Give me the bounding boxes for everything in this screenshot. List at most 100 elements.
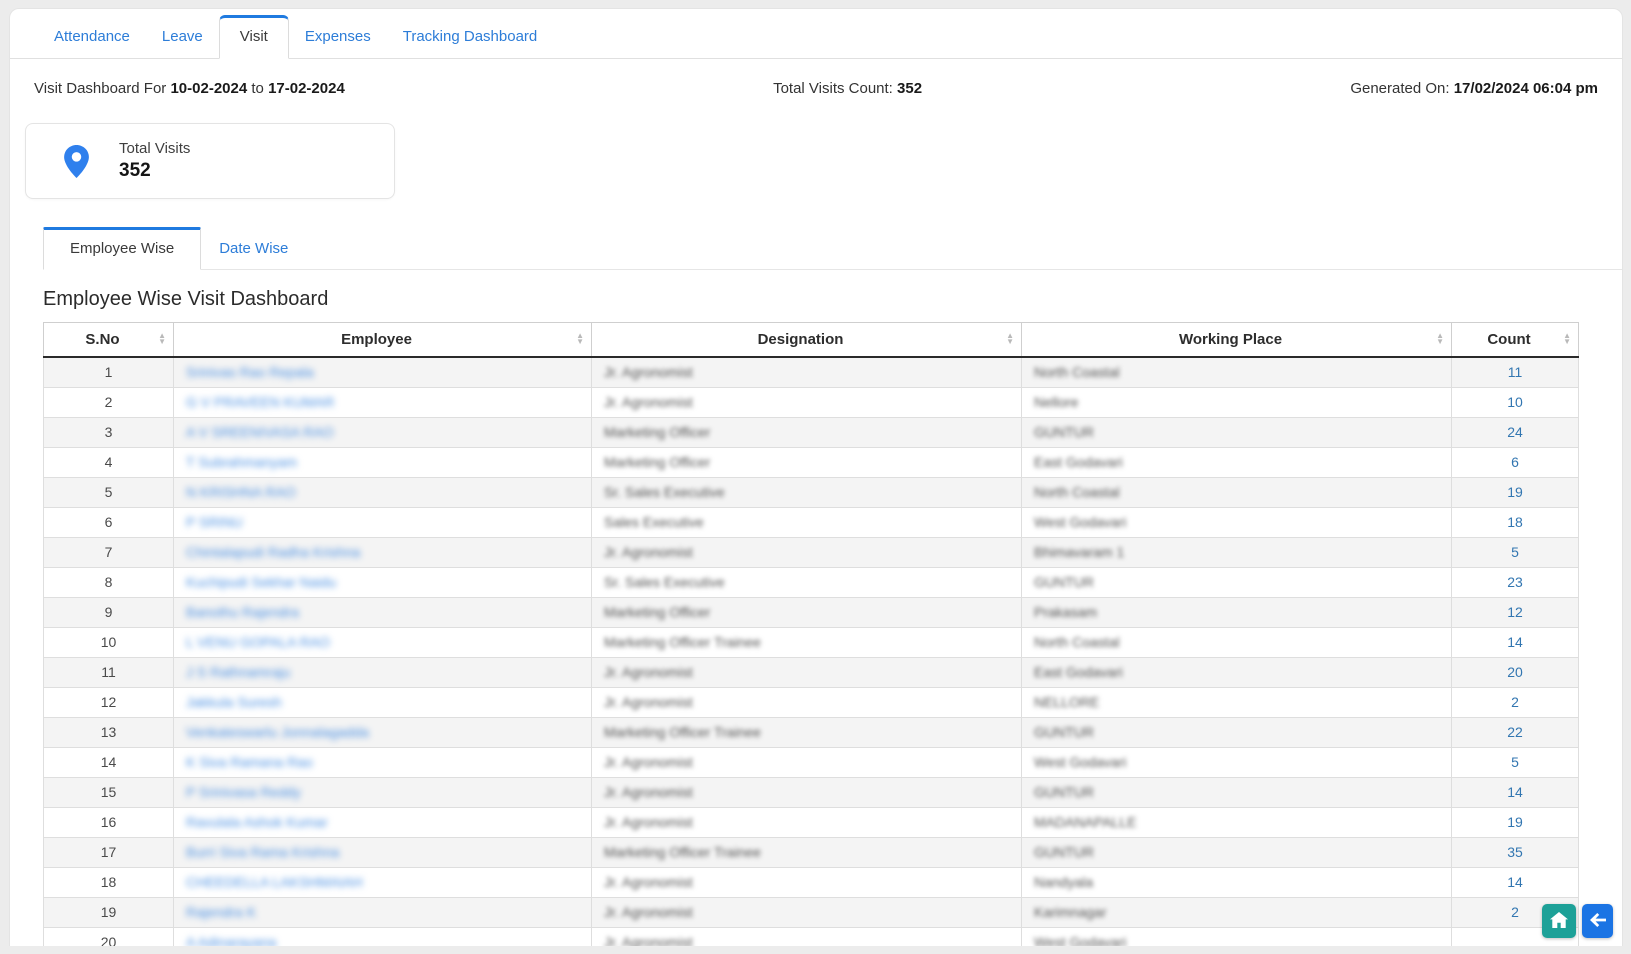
employee-link[interactable]: Burri Siva Rama Krishna xyxy=(186,844,339,860)
cell-sno: 7 xyxy=(44,537,174,567)
cell-employee: G V PRAVEEN KUMAR xyxy=(174,387,592,417)
employee-link[interactable]: P SRINU xyxy=(186,514,243,530)
cell-working-place: West Godavari xyxy=(1022,507,1452,537)
visit-count-link[interactable]: 5 xyxy=(1511,754,1519,770)
visit-count-link[interactable]: 10 xyxy=(1507,394,1523,410)
visit-count-link[interactable]: 23 xyxy=(1507,574,1523,590)
cell-employee: J S Rathnamraju xyxy=(174,657,592,687)
sort-icon[interactable]: ▲▼ xyxy=(1436,333,1444,345)
employee-link[interactable]: L VENU GOPALA RAO xyxy=(186,634,330,650)
cell-count: 23 xyxy=(1452,567,1579,597)
cell-employee: Ravulala Ashok Kumar xyxy=(174,807,592,837)
cell-designation: Jr. Agronomist xyxy=(592,657,1022,687)
tab-tracking-dashboard[interactable]: Tracking Dashboard xyxy=(387,16,554,58)
cell-designation: Jr. Agronomist xyxy=(592,867,1022,897)
cell-employee: Rajendra K xyxy=(174,897,592,927)
table-row: 8 Kuchipudi Sekhar Naidu Sr. Sales Execu… xyxy=(44,567,1579,597)
visit-count-link[interactable]: 14 xyxy=(1507,784,1523,800)
cell-working-place: West Godavari xyxy=(1022,747,1452,777)
column-header-working-place[interactable]: Working Place ▲▼ xyxy=(1022,323,1452,357)
tab-attendance[interactable]: Attendance xyxy=(38,16,146,58)
cell-count: 35 xyxy=(1452,837,1579,867)
visit-count-link[interactable]: 24 xyxy=(1507,424,1523,440)
cell-count: 19 xyxy=(1452,807,1579,837)
sort-icon[interactable]: ▲▼ xyxy=(1006,333,1014,345)
cell-employee: Srinivas Rao Repala xyxy=(174,357,592,388)
cell-employee: T Subrahmanyam xyxy=(174,447,592,477)
page-title: Employee Wise Visit Dashboard xyxy=(43,288,1622,311)
employee-link[interactable]: Srinivas Rao Repala xyxy=(186,364,314,380)
cell-employee: CHEEDELLA LAKSHMAIAH xyxy=(174,867,592,897)
visit-table-body: 1 Srinivas Rao Repala Jr. Agronomist Nor… xyxy=(44,357,1579,947)
visit-count-link[interactable]: 19 xyxy=(1507,484,1523,500)
cell-employee: N KRISHNA RAO xyxy=(174,477,592,507)
employee-link[interactable]: Ravulala Ashok Kumar xyxy=(186,814,328,830)
visit-count-link[interactable]: 14 xyxy=(1507,874,1523,890)
cell-employee: Kuchipudi Sekhar Naidu xyxy=(174,567,592,597)
cell-sno: 4 xyxy=(44,447,174,477)
cell-working-place: North Coastal xyxy=(1022,357,1452,388)
column-header-sno[interactable]: S.No ▲▼ xyxy=(44,323,174,357)
employee-link[interactable]: J S Rathnamraju xyxy=(186,664,290,680)
visit-count-link[interactable]: 2 xyxy=(1511,694,1519,710)
cell-sno: 12 xyxy=(44,687,174,717)
visit-count-link[interactable]: 11 xyxy=(1508,364,1523,380)
visit-count-link[interactable]: 5 xyxy=(1511,544,1519,560)
main-panel: Attendance Leave Visit Expenses Tracking… xyxy=(9,8,1623,946)
visit-count-link[interactable]: 35 xyxy=(1507,844,1523,860)
cell-working-place: North Coastal xyxy=(1022,477,1452,507)
tab-leave[interactable]: Leave xyxy=(146,16,219,58)
tab-visit[interactable]: Visit xyxy=(219,15,289,59)
cell-designation: Sr. Sales Executive xyxy=(592,567,1022,597)
cell-sno: 15 xyxy=(44,777,174,807)
visit-count-link[interactable]: 12 xyxy=(1507,604,1523,620)
back-button[interactable] xyxy=(1582,904,1613,938)
column-header-count[interactable]: Count ▲▼ xyxy=(1452,323,1579,357)
cell-designation: Marketing Officer Trainee xyxy=(592,717,1022,747)
tab-employee-wise[interactable]: Employee Wise xyxy=(43,227,201,270)
employee-link[interactable]: A Adinarayana xyxy=(186,934,276,947)
cell-employee: L VENU GOPALA RAO xyxy=(174,627,592,657)
table-row: 13 Venkateswarlu Jonnalagadda Marketing … xyxy=(44,717,1579,747)
employee-link[interactable]: CHEEDELLA LAKSHMAIAH xyxy=(186,874,363,890)
visit-count-link[interactable]: 6 xyxy=(1511,454,1519,470)
tab-expenses[interactable]: Expenses xyxy=(289,16,387,58)
cell-working-place: Nellore xyxy=(1022,387,1452,417)
visit-count-link[interactable]: 20 xyxy=(1507,664,1523,680)
table-row: 20 A Adinarayana Jr. Agronomist West God… xyxy=(44,927,1579,946)
tab-date-wise[interactable]: Date Wise xyxy=(201,229,306,269)
employee-link[interactable]: P Srinivasa Reddy xyxy=(186,784,301,800)
employee-link[interactable]: Rajendra K xyxy=(186,904,256,920)
cell-working-place: West Godavari xyxy=(1022,927,1452,946)
sort-icon[interactable]: ▲▼ xyxy=(158,333,166,345)
employee-link[interactable]: Jakkula Suresh xyxy=(186,694,282,710)
cell-employee: A V SREENIVASA RAO xyxy=(174,417,592,447)
cell-sno: 5 xyxy=(44,477,174,507)
visit-count-link[interactable]: 14 xyxy=(1507,634,1523,650)
visit-count-link[interactable]: 2 xyxy=(1511,904,1519,920)
employee-link[interactable]: T Subrahmanyam xyxy=(186,454,297,470)
employee-link[interactable]: A V SREENIVASA RAO xyxy=(186,424,334,440)
cell-sno: 20 xyxy=(44,927,174,946)
employee-link[interactable]: Chintalapudi Radha Krishna xyxy=(186,544,360,560)
employee-link[interactable]: Banothu Rajendra xyxy=(186,604,299,620)
employee-link[interactable]: N KRISHNA RAO xyxy=(186,484,296,500)
cell-designation: Jr. Agronomist xyxy=(592,927,1022,946)
sort-icon[interactable]: ▲▼ xyxy=(576,333,584,345)
column-header-employee[interactable]: Employee ▲▼ xyxy=(174,323,592,357)
employee-link[interactable]: K Siva Ramana Rao xyxy=(186,754,313,770)
employee-link[interactable]: Venkateswarlu Jonnalagadda xyxy=(186,724,369,740)
employee-link[interactable]: G V PRAVEEN KUMAR xyxy=(186,394,334,410)
column-header-designation[interactable]: Designation ▲▼ xyxy=(592,323,1022,357)
cell-employee: P Srinivasa Reddy xyxy=(174,777,592,807)
arrow-left-icon xyxy=(1590,913,1606,930)
employee-link[interactable]: Kuchipudi Sekhar Naidu xyxy=(186,574,336,590)
cell-working-place: Karimnagar xyxy=(1022,897,1452,927)
sort-icon[interactable]: ▲▼ xyxy=(1563,333,1571,345)
cell-working-place: Nandyala xyxy=(1022,867,1452,897)
visit-count-link[interactable]: 18 xyxy=(1507,514,1523,530)
cell-count: 12 xyxy=(1452,597,1579,627)
home-button[interactable] xyxy=(1542,904,1576,938)
visit-count-link[interactable]: 19 xyxy=(1507,814,1523,830)
visit-count-link[interactable]: 22 xyxy=(1507,724,1523,740)
